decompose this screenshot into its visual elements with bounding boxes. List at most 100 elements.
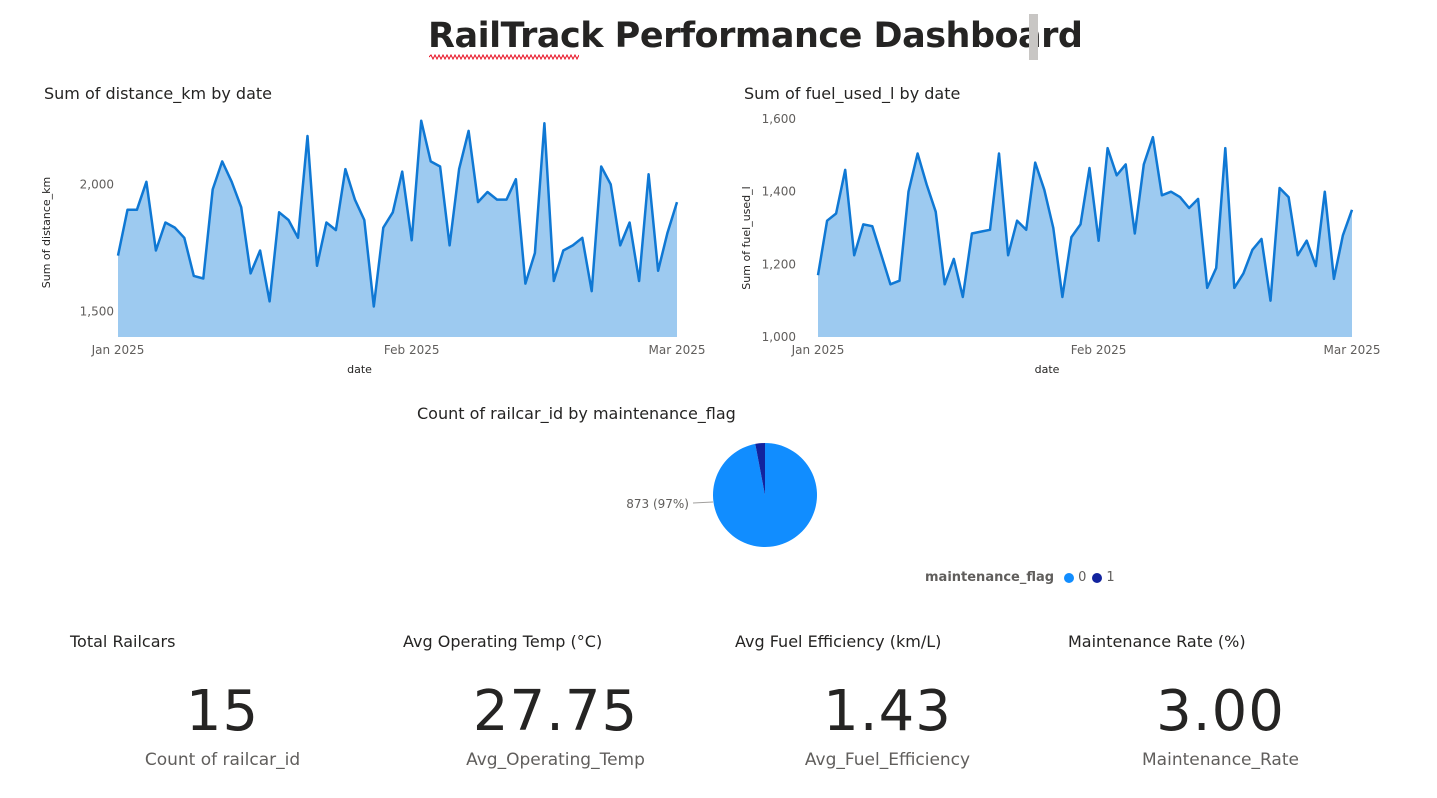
data-point[interactable]: [191, 273, 196, 278]
data-point[interactable]: [997, 151, 1002, 156]
data-point[interactable]: [1286, 195, 1291, 200]
data-point[interactable]: [1078, 222, 1083, 227]
data-point[interactable]: [153, 248, 158, 253]
data-point[interactable]: [1051, 226, 1056, 231]
maintenance-pie-chart[interactable]: 873 (97%): [600, 430, 860, 560]
data-point[interactable]: [333, 228, 338, 233]
data-point[interactable]: [861, 222, 866, 227]
data-point[interactable]: [419, 118, 424, 123]
legend-item-0[interactable]: 0: [1064, 570, 1086, 585]
data-point[interactable]: [870, 224, 875, 229]
data-point[interactable]: [476, 200, 481, 205]
data-point[interactable]: [1214, 266, 1219, 271]
legend-item-1[interactable]: 1: [1092, 570, 1115, 585]
data-point[interactable]: [637, 279, 642, 284]
data-point[interactable]: [852, 253, 857, 258]
data-point[interactable]: [277, 210, 282, 215]
data-point[interactable]: [675, 200, 680, 205]
data-point[interactable]: [381, 225, 386, 230]
data-point[interactable]: [267, 299, 272, 304]
data-point[interactable]: [627, 220, 632, 225]
data-point[interactable]: [485, 190, 490, 195]
fuel-area-chart[interactable]: 1,000 1,200 1,400 1,600 Jan 2025 Feb 2025 Mar …: [730, 108, 1395, 383]
data-point[interactable]: [1241, 271, 1246, 276]
data-point[interactable]: [561, 248, 566, 253]
data-point[interactable]: [888, 282, 893, 287]
data-point[interactable]: [258, 248, 263, 253]
data-point[interactable]: [438, 164, 443, 169]
data-point[interactable]: [1232, 285, 1237, 290]
data-point[interactable]: [1295, 253, 1300, 258]
data-point[interactable]: [551, 279, 556, 284]
data-point[interactable]: [210, 187, 215, 192]
data-point[interactable]: [1033, 160, 1038, 165]
data-point[interactable]: [1322, 189, 1327, 194]
data-point[interactable]: [513, 177, 518, 182]
data-point[interactable]: [116, 253, 121, 258]
data-point[interactable]: [1069, 235, 1074, 240]
data-point[interactable]: [1024, 227, 1029, 232]
card-total-railcars[interactable]: Total Railcars 15 Count of railcar_id: [70, 632, 375, 792]
data-point[interactable]: [988, 227, 993, 232]
data-point[interactable]: [665, 230, 670, 235]
data-point[interactable]: [656, 268, 661, 273]
data-point[interactable]: [1304, 238, 1309, 243]
data-point[interactable]: [362, 218, 367, 223]
data-point[interactable]: [134, 207, 139, 212]
data-point[interactable]: [163, 220, 168, 225]
data-point[interactable]: [1096, 238, 1101, 243]
data-point[interactable]: [1223, 146, 1228, 151]
data-point[interactable]: [1178, 195, 1183, 200]
card-maintenance-rate[interactable]: Maintenance Rate (%) 3.00 Maintenance_Ra…: [1068, 632, 1373, 792]
data-point[interactable]: [343, 167, 348, 172]
data-point[interactable]: [906, 189, 911, 194]
card-avg-operating-temp[interactable]: Avg Operating Temp (°C) 27.75 Avg_Operat…: [403, 632, 708, 792]
data-point[interactable]: [1268, 298, 1273, 303]
data-point[interactable]: [618, 243, 623, 248]
data-point[interactable]: [371, 304, 376, 309]
data-point[interactable]: [1196, 196, 1201, 201]
data-point[interactable]: [1187, 206, 1192, 211]
data-point[interactable]: [1042, 187, 1047, 192]
data-point[interactable]: [951, 256, 956, 261]
data-point[interactable]: [409, 238, 414, 243]
data-point[interactable]: [315, 263, 320, 268]
data-point[interactable]: [915, 151, 920, 156]
data-point[interactable]: [182, 235, 187, 240]
data-point[interactable]: [1340, 233, 1345, 238]
data-point[interactable]: [924, 182, 929, 187]
data-point[interactable]: [1205, 285, 1210, 290]
data-point[interactable]: [580, 235, 585, 240]
data-point[interactable]: [542, 121, 547, 126]
card-avg-fuel-efficiency[interactable]: Avg Fuel Efficiency (km/L) 1.43 Avg_Fuel…: [735, 632, 1040, 792]
data-point[interactable]: [1250, 247, 1255, 252]
data-point[interactable]: [969, 231, 974, 236]
data-point[interactable]: [825, 218, 830, 223]
data-point[interactable]: [1114, 173, 1119, 178]
data-point[interactable]: [172, 225, 177, 230]
data-point[interactable]: [495, 197, 500, 202]
data-point[interactable]: [220, 159, 225, 164]
data-point[interactable]: [201, 276, 206, 281]
data-point[interactable]: [324, 220, 329, 225]
data-point[interactable]: [532, 251, 537, 256]
data-point[interactable]: [1159, 193, 1164, 198]
data-point[interactable]: [286, 218, 291, 223]
data-point[interactable]: [296, 235, 301, 240]
data-point[interactable]: [125, 207, 130, 212]
data-point[interactable]: [834, 211, 839, 216]
data-point[interactable]: [1350, 207, 1355, 212]
data-point[interactable]: [816, 273, 821, 278]
data-point[interactable]: [352, 197, 357, 202]
data-point[interactable]: [447, 243, 452, 248]
data-point[interactable]: [879, 253, 884, 258]
data-point[interactable]: [599, 164, 604, 169]
data-point[interactable]: [897, 278, 902, 283]
data-point[interactable]: [144, 179, 149, 184]
data-point[interactable]: [1331, 276, 1336, 281]
data-point[interactable]: [248, 271, 253, 276]
data-point[interactable]: [1105, 146, 1110, 151]
data-point[interactable]: [1015, 218, 1020, 223]
data-point[interactable]: [1123, 162, 1128, 167]
data-point[interactable]: [942, 282, 947, 287]
